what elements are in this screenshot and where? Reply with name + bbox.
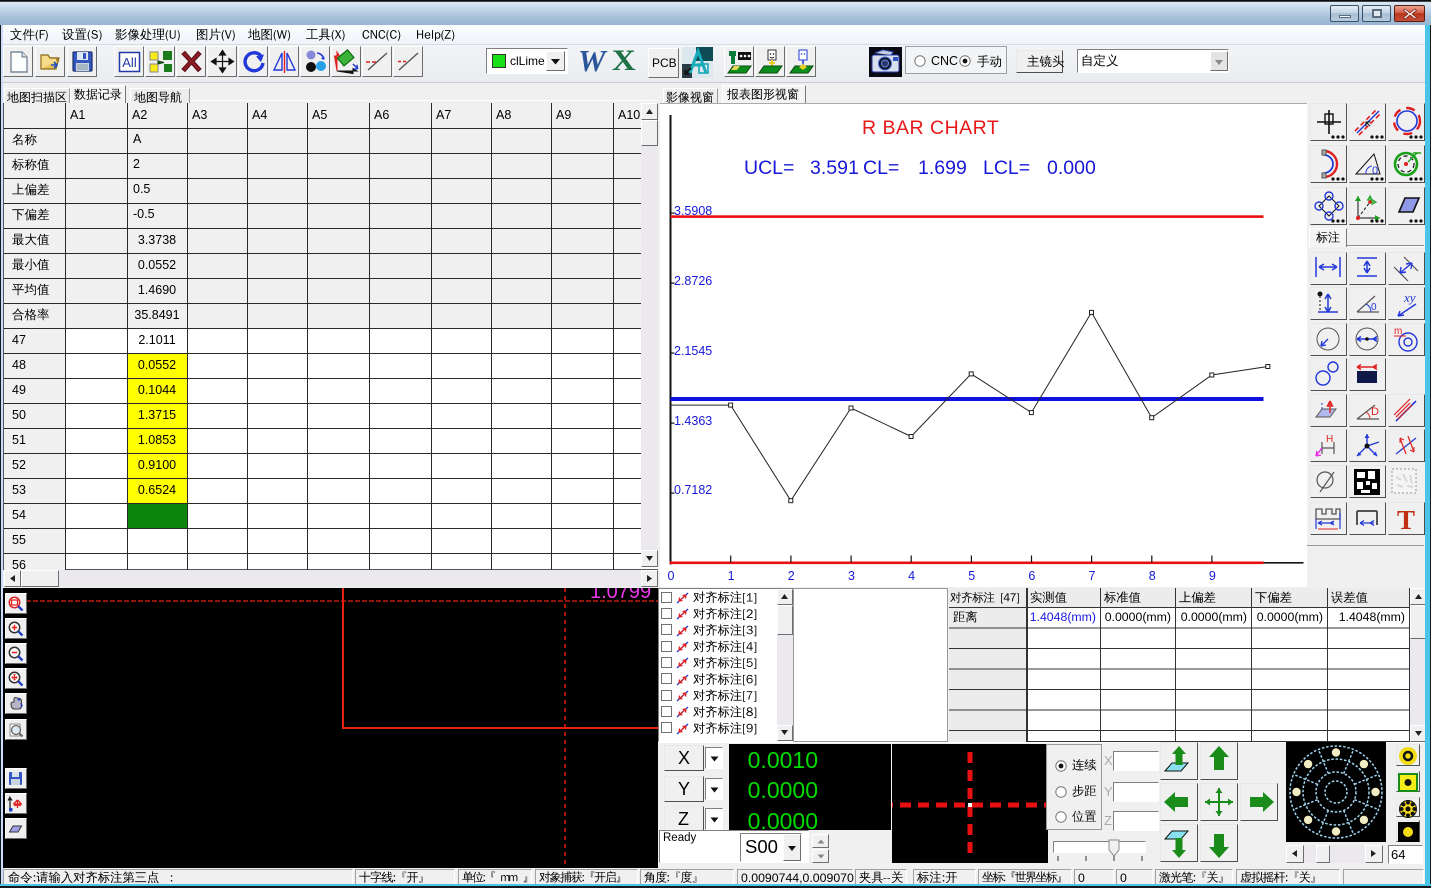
- svg-text:xy: xy: [1403, 290, 1416, 305]
- svg-text:H: H: [1326, 434, 1333, 445]
- svg-text:0: 0: [1371, 302, 1377, 313]
- svg-text:T: T: [1397, 505, 1415, 535]
- svg-text:D: D: [1371, 406, 1379, 418]
- svg-text:0: 0: [1372, 165, 1378, 177]
- svg-text:All: All: [122, 55, 137, 70]
